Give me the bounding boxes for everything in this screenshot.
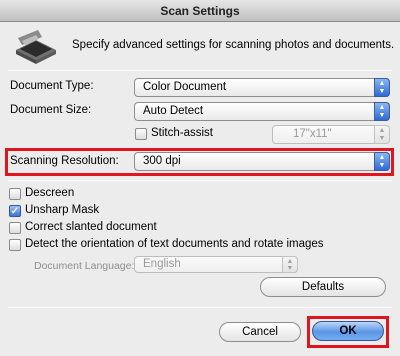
scanning-resolution-value: 300 dpi xyxy=(143,155,181,167)
stitch-size-value: 17"x11" xyxy=(293,128,332,140)
detect-orientation-checkbox[interactable] xyxy=(9,239,21,251)
document-type-popup[interactable]: Color Document ▲ ▼ xyxy=(134,78,390,97)
descreen-label: Descreen xyxy=(25,187,75,199)
separator xyxy=(8,307,392,308)
document-language-value: English xyxy=(143,258,181,270)
document-language-label: Document Language: xyxy=(34,260,135,272)
double-arrow-icon: ▲ ▼ xyxy=(374,152,390,171)
double-arrow-icon: ▲ ▼ xyxy=(282,256,298,273)
stitch-assist-checkbox[interactable] xyxy=(135,128,147,140)
double-arrow-icon: ▲ ▼ xyxy=(374,102,390,121)
detect-orientation-label: Detect the orientation of text documents… xyxy=(25,238,324,250)
correct-slanted-label: Correct slanted document xyxy=(25,221,157,233)
defaults-button[interactable]: Defaults xyxy=(260,277,386,297)
scanner-icon xyxy=(16,30,56,64)
document-type-value: Color Document xyxy=(143,81,227,93)
correct-slanted-checkbox[interactable] xyxy=(9,222,21,234)
separator xyxy=(8,180,392,181)
document-type-label: Document Type: xyxy=(10,80,94,92)
unsharp-mask-checkbox[interactable]: ✓ xyxy=(9,205,21,217)
header: Specify advanced settings for scanning p… xyxy=(0,22,400,70)
document-size-value: Auto Detect xyxy=(143,105,204,117)
window-title: Scan Settings xyxy=(0,0,400,22)
scanning-resolution-popup[interactable]: 300 dpi ▲ ▼ xyxy=(134,152,390,171)
double-arrow-icon: ▲ ▼ xyxy=(374,78,390,97)
separator xyxy=(8,70,392,71)
stitch-size-popup[interactable]: 17"x11" ▲ ▼ xyxy=(272,125,390,144)
document-size-label: Document Size: xyxy=(10,104,92,116)
cancel-button[interactable]: Cancel xyxy=(219,322,301,342)
header-description: Specify advanced settings for scanning p… xyxy=(72,39,395,51)
document-size-popup[interactable]: Auto Detect ▲ ▼ xyxy=(134,102,390,121)
double-arrow-icon: ▲ ▼ xyxy=(374,125,390,144)
descreen-checkbox[interactable] xyxy=(9,188,21,200)
scanning-resolution-label: Scanning Resolution: xyxy=(10,155,119,167)
document-language-popup[interactable]: English ▲ ▼ xyxy=(134,256,298,273)
stitch-assist-label: Stitch-assist xyxy=(151,127,213,139)
ok-button[interactable]: OK xyxy=(312,321,384,341)
unsharp-mask-label: Unsharp Mask xyxy=(25,204,100,216)
checkmark-icon: ✓ xyxy=(10,206,20,217)
